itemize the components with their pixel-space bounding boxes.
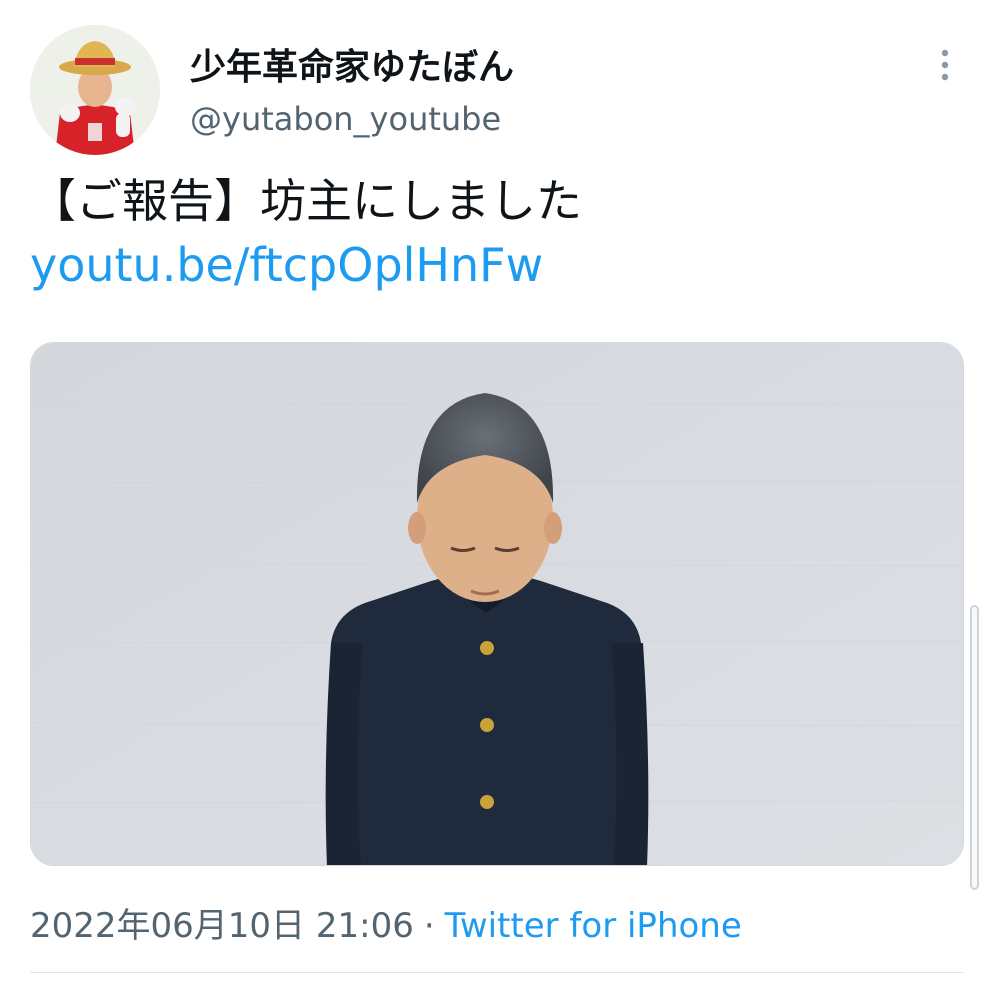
meta-separator: ·: [423, 906, 435, 946]
tweet-text: 【ご報告】坊主にしました: [30, 174, 582, 228]
more-vertical-icon[interactable]: [930, 45, 960, 85]
tweet-meta: 2022年06月10日 21:06 · Twitter for iPhone: [30, 898, 742, 947]
display-name[interactable]: 少年革命家ゆたぼん: [190, 38, 514, 90]
photo-boy-in-uniform: [31, 343, 963, 865]
avatar[interactable]: [30, 25, 160, 155]
scrollbar[interactable]: [970, 605, 979, 890]
tweet-timestamp[interactable]: 2022年06月10日 21:06: [30, 906, 414, 946]
tweet-card: 少年革命家ゆたぼん @yutabon_youtube 【ご報告】坊主にしました …: [0, 0, 993, 1000]
user-handle[interactable]: @yutabon_youtube: [190, 100, 501, 138]
tweet-media-photo[interactable]: [30, 342, 964, 866]
divider: [30, 972, 964, 973]
avatar-photo-icon: [30, 25, 160, 155]
tweet-source[interactable]: Twitter for iPhone: [445, 906, 742, 946]
tweet-link[interactable]: youtu.be/ftcpOplHnFw: [30, 238, 543, 292]
